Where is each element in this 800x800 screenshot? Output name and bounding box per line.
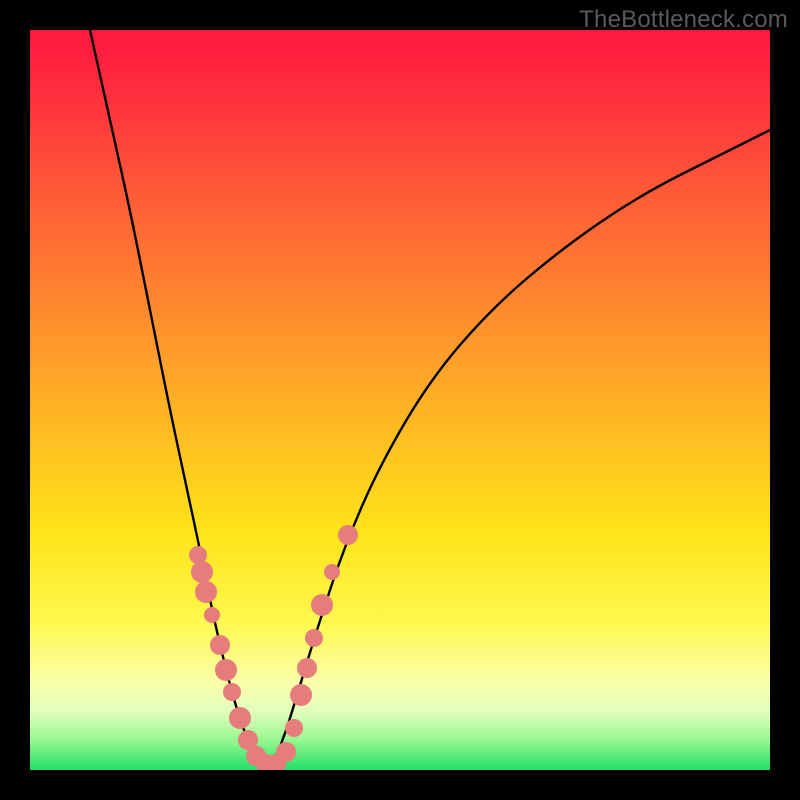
- data-point: [324, 564, 340, 580]
- data-point: [204, 607, 220, 623]
- data-point: [297, 658, 317, 678]
- data-point: [290, 684, 312, 706]
- curve-left: [90, 30, 270, 770]
- plot-area: [30, 30, 770, 770]
- data-point: [305, 629, 323, 647]
- data-point: [223, 683, 241, 701]
- data-point: [215, 659, 237, 681]
- data-point: [276, 742, 296, 762]
- curves-layer: [30, 30, 770, 770]
- dot-cluster: [189, 525, 358, 770]
- data-point: [195, 581, 217, 603]
- curve-right: [270, 130, 770, 770]
- data-point: [210, 635, 230, 655]
- data-point: [338, 525, 358, 545]
- data-point: [229, 707, 251, 729]
- data-point: [311, 594, 333, 616]
- chart-frame: TheBottleneck.com: [0, 0, 800, 800]
- data-point: [191, 561, 213, 583]
- data-point: [285, 719, 303, 737]
